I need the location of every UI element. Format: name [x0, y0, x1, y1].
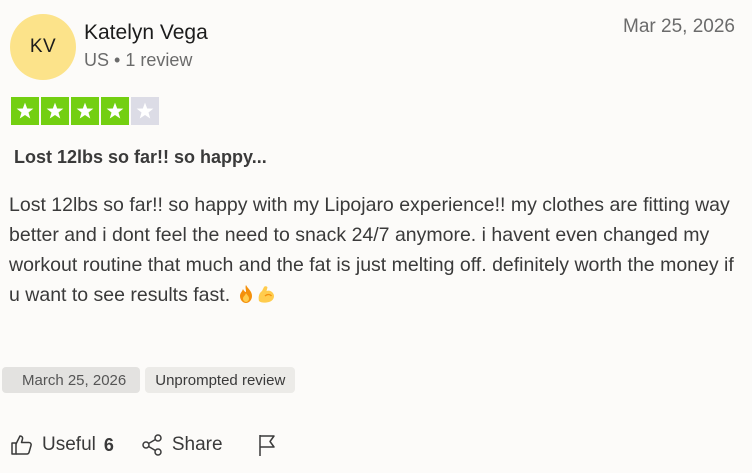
useful-label: Useful [42, 434, 96, 455]
star-filled [11, 97, 39, 125]
report-button[interactable] [255, 433, 279, 457]
reviewer-meta: US • 1 review [84, 50, 192, 71]
star-rating [11, 97, 159, 125]
reviewer-country: US [84, 50, 110, 70]
date-of-experience-tag: March 25, 2026 [2, 367, 141, 393]
avatar-initials: KV [29, 36, 57, 57]
review-date: Mar 25, 2026 [623, 16, 735, 37]
star-icon [106, 102, 124, 119]
star-filled [71, 97, 99, 125]
meta-separator: • [114, 50, 121, 70]
review-body: Lost 12lbs so far!! so happy with my Lip… [9, 190, 744, 310]
review-actions: Useful 6 Share [10, 433, 279, 457]
star-icon [46, 102, 64, 119]
reviewer-name[interactable]: Katelyn Vega [84, 21, 208, 45]
share-label: Share [171, 434, 223, 455]
thumbs-up-icon [11, 435, 32, 455]
fire-emoji [239, 285, 252, 303]
star-filled [101, 97, 129, 125]
share-button[interactable]: Share [140, 433, 223, 457]
star-icon [136, 102, 154, 119]
star-icon [76, 102, 94, 119]
star-empty [131, 97, 159, 125]
unprompted-review-tag[interactable]: Unprompted review [145, 367, 296, 393]
flexed-biceps-emoji [258, 286, 274, 303]
avatar[interactable]: KV [10, 14, 76, 80]
review-card: KV Katelyn Vega US • 1 review Mar 25, 20… [0, 0, 752, 473]
useful-button[interactable]: Useful 6 [10, 433, 114, 457]
review-tags: March 25, 2026 Unprompted review [2, 367, 296, 393]
star-icon [16, 102, 34, 119]
reviewer-review-count[interactable]: 1 review [125, 50, 192, 70]
star-filled [41, 97, 69, 125]
review-title[interactable]: Lost 12lbs so far!! so happy... [14, 147, 267, 168]
useful-count: 6 [103, 434, 114, 455]
review-body-text: Lost 12lbs so far!! so happy with my Lip… [9, 194, 734, 306]
flag-icon [258, 435, 275, 456]
share-icon [142, 434, 162, 456]
